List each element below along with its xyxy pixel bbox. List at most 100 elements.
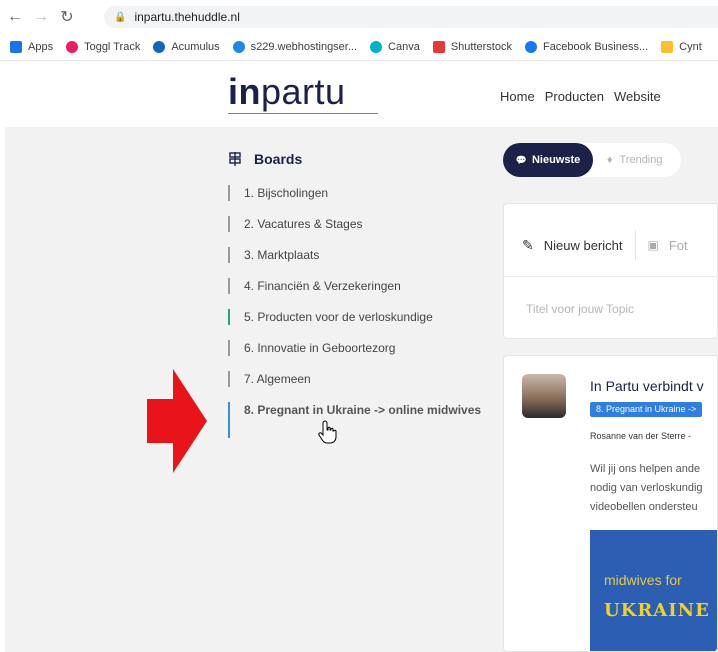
bookmark-label: Acumulus [171,41,220,53]
back-icon[interactable]: ← [4,6,26,28]
flame-icon: ♦ [607,154,613,166]
board-label: 5. Producten voor de verloskundige [244,310,433,324]
url-bar[interactable]: 🔒 inpartu.thehuddle.nl [104,6,718,28]
divider [634,230,636,260]
browser-toolbar: ← → ↻ 🔒 inpartu.thehuddle.nl [0,0,718,34]
topic-body-line: nodig van verloskundig [590,482,703,494]
site-logo[interactable]: inpartu [228,71,346,113]
board-label: 4. Financiën & Verzekeringen [244,279,401,293]
topic-card[interactable]: In Partu verbindt v 8. Pregnant in Ukrai… [503,355,718,652]
bookmark-item[interactable]: Apps [10,41,53,53]
composer-actions: ✎ Nieuw bericht ▣ Fot [522,230,688,260]
signpost-icon [228,152,242,166]
hand-cursor-icon [318,420,337,444]
board-item-4[interactable]: 4. Financiën & Verzekeringen [228,278,488,309]
image-caption-line1: midwives for [604,572,682,588]
bookmarks-bar: Apps Toggl Track Acumulus s229.webhostingse… [0,34,718,60]
main-area: Boards 1. Bijscholingen 2. Vacatures & S… [0,127,718,652]
topic-body-line: videobellen ondersteu [590,501,698,513]
reload-icon[interactable]: ↻ [56,6,78,28]
bookmark-icon [232,41,245,53]
bookmark-icon [66,41,79,53]
topic-body-line: Wil jij ons helpen ande [590,463,701,475]
bookmark-item[interactable]: Shutterstock [432,41,512,53]
chat-icon: 💬 [515,154,527,165]
bookmark-icon [370,41,383,53]
board-marker [228,309,230,325]
bookmark-label: Shutterstock [450,41,512,53]
board-item-3[interactable]: 3. Marktplaats [228,247,488,278]
board-label: 3. Marktplaats [244,248,320,262]
tab-trending-label: Trending [619,154,663,166]
lock-icon: 🔒 [114,11,127,23]
logo-bold-text: in [228,71,261,112]
topic-title[interactable]: In Partu verbindt v [590,378,704,394]
url-text: inpartu.thehuddle.nl [134,10,240,24]
new-post-button[interactable]: Nieuw bericht [544,238,623,253]
board-marker [228,340,230,356]
board-marker [228,216,230,232]
composer-card: ✎ Nieuw bericht ▣ Fot Titel voor jouw To… [503,203,718,339]
logo-light-text: partu [261,71,346,112]
board-marker [228,278,230,294]
left-gutter [0,127,5,652]
bookmark-item[interactable]: Facebook Business... [524,41,649,53]
bookmark-icon [524,41,537,53]
topic-author[interactable]: Rosanne van der Sterre - [590,431,691,441]
bookmark-label: Cynt [679,41,702,53]
bookmark-icon [661,41,674,53]
boards-title: Boards [254,151,303,167]
tab-trending[interactable]: ♦ Trending [593,154,663,166]
tab-newest-label: Nieuwste [531,154,581,166]
board-marker [228,247,230,263]
bookmark-icon [10,41,22,53]
topic-image[interactable]: midwives for UKRAINE [590,530,717,651]
bookmark-item[interactable]: Canva [370,41,420,53]
bookmark-item[interactable]: s229.webhostingser... [232,41,358,53]
bookmark-label: s229.webhostingser... [250,41,358,53]
nav-home[interactable]: Home [500,89,535,104]
red-arrow-annotation [147,369,207,473]
board-item-2[interactable]: 2. Vacatures & Stages [228,216,488,247]
board-item-1[interactable]: 1. Bijscholingen [228,185,488,216]
top-nav: Home Producten Website [500,89,661,104]
bookmark-icon [153,41,166,53]
board-marker [228,402,230,438]
bookmark-icon [432,41,445,53]
nav-producten[interactable]: Producten [545,89,604,104]
nav-website[interactable]: Website [614,89,661,104]
board-label: 8. Pregnant in Ukraine -> online midwive… [244,403,482,417]
bookmark-label: Facebook Business... [542,41,649,53]
divider [504,276,718,277]
bookmark-label: Toggl Track [84,41,141,53]
feed-tabs: 💬 Nieuwste ♦ Trending [503,143,681,177]
boards-heading: Boards [228,151,302,167]
board-label: 6. Innovatie in Geboortezorg [244,341,396,355]
image-caption-line2: UKRAINE [604,600,710,621]
board-label: 2. Vacatures & Stages [244,217,363,231]
avatar[interactable] [522,374,566,418]
pencil-icon: ✎ [522,236,534,253]
bookmark-item[interactable]: Cynt [661,41,702,53]
bookmark-label: Apps [28,41,54,53]
board-list: 1. Bijscholingen 2. Vacatures & Stages 3… [228,185,488,442]
board-item-8[interactable]: 8. Pregnant in Ukraine -> online midwive… [228,402,488,442]
forward-icon[interactable]: → [30,6,52,28]
logo-underline [228,113,378,114]
board-badge[interactable]: 8. Pregnant in Ukraine -> [590,402,703,417]
topic-title-input[interactable]: Titel voor jouw Topic [526,302,634,316]
board-item-6[interactable]: 6. Innovatie in Geboortezorg [228,340,488,371]
photo-button[interactable]: Fot [669,238,688,253]
bookmark-item[interactable]: Toggl Track [66,41,140,53]
site-header: inpartu Home Producten Website [0,60,718,126]
tab-newest[interactable]: 💬 Nieuwste [503,143,593,177]
image-icon: ▣ [647,238,659,252]
bookmark-label: Canva [388,41,420,53]
board-label: 7. Algemeen [244,372,311,386]
board-marker [228,371,230,387]
board-item-5[interactable]: 5. Producten voor de verloskundige [228,309,488,340]
bookmark-item[interactable]: Acumulus [153,41,220,53]
board-label: 1. Bijscholingen [244,186,329,200]
board-item-7[interactable]: 7. Algemeen [228,371,488,402]
board-marker [228,185,230,201]
